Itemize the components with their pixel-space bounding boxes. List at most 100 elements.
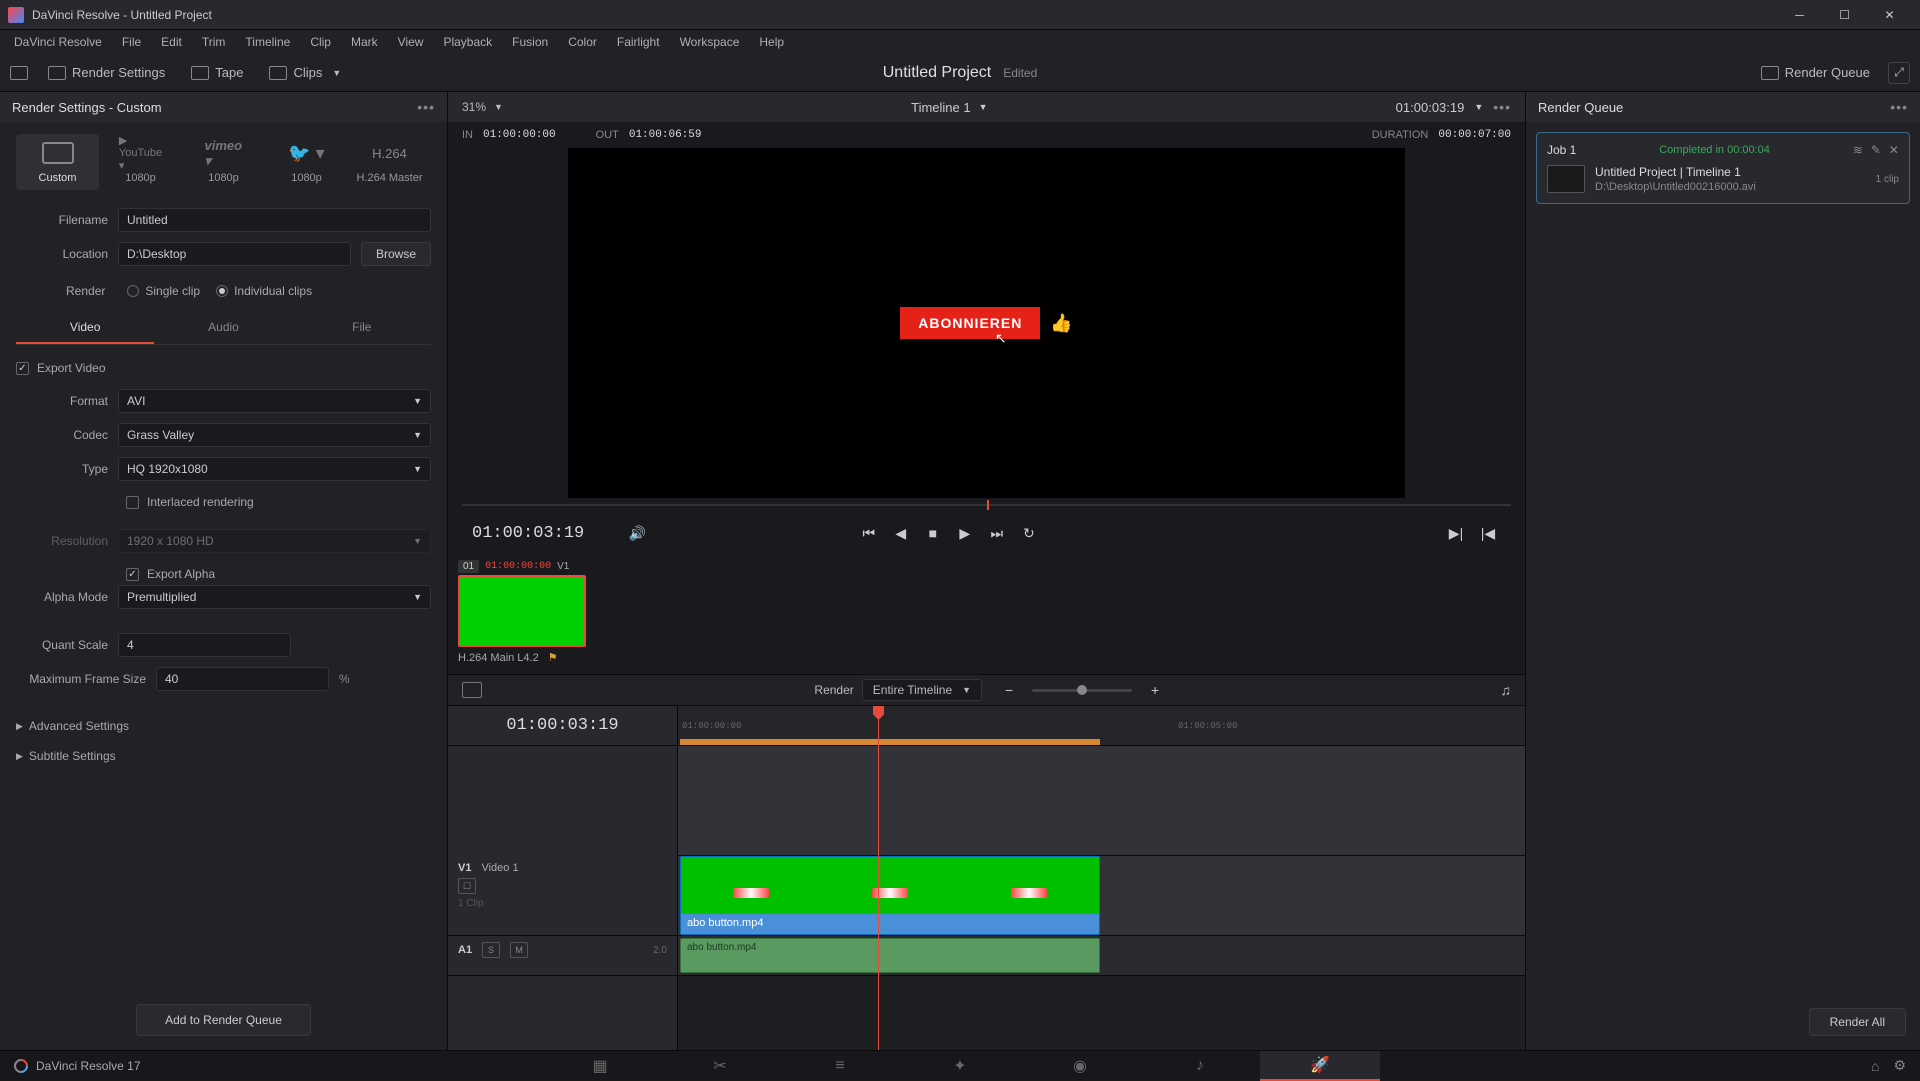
clips-toggle[interactable]: Clips ▼ [263,61,347,84]
audio-clip[interactable]: abo button.mp4 [680,938,1100,973]
codec-select[interactable]: Grass Valley ▼ [118,423,431,447]
playhead[interactable] [878,706,879,1050]
filename-input[interactable] [118,208,431,232]
timeline-dropdown[interactable]: Timeline 1 ▼ [911,100,987,115]
export-alpha-checkbox[interactable] [126,568,139,581]
timeline-ruler[interactable]: 01:00:00:00 01:00:05:00 01:00:10:00 [678,706,1525,746]
menu-fusion[interactable]: Fusion [502,31,558,53]
broadcast-icon[interactable]: ≋ [1853,143,1863,157]
preset-youtube[interactable]: ▶ YouTube ▾ 1080p [99,134,182,190]
menu-color[interactable]: Color [558,31,607,53]
menu-workspace[interactable]: Workspace [670,31,750,53]
viewer-menu-icon[interactable]: ••• [1493,99,1511,115]
add-to-render-queue-button[interactable]: Add to Render Queue [136,1004,311,1036]
nav-edit[interactable]: ≡ [780,1051,900,1081]
remove-job-icon[interactable]: ✕ [1889,143,1899,157]
nav-media[interactable]: ▦ [540,1051,660,1081]
expand-button[interactable]: ⤢ [1888,62,1910,84]
preset-twitter[interactable]: 🐦 ▾ 1080p [265,134,348,190]
home-icon[interactable]: ⌂ [1871,1058,1879,1074]
prev-clip-button[interactable]: |◀ [1475,520,1501,546]
render-all-button[interactable]: Render All [1809,1008,1906,1036]
audio-icon[interactable]: ♫ [1501,682,1512,698]
timeline-name: Timeline 1 [911,100,970,115]
viewer-scrubber[interactable] [462,498,1511,512]
viewer[interactable]: ABONNIEREN 👍 ↖ [568,148,1405,498]
in-out-range-bar[interactable] [680,739,1100,745]
max-frame-input[interactable] [156,667,329,691]
render-job[interactable]: Job 1 Completed in 00:00:04 ≋ ✎ ✕ Untitl… [1536,132,1910,204]
subtitle-settings-toggle[interactable]: ▶ Subtitle Settings [16,741,431,771]
next-clip-button[interactable]: ▶| [1443,520,1469,546]
maximize-button[interactable]: ☐ [1822,0,1867,30]
last-frame-button[interactable]: ⏭ [984,520,1010,546]
browse-button[interactable]: Browse [361,242,431,266]
nav-color[interactable]: ◉ [1020,1051,1140,1081]
audio-track-header[interactable]: A1 S M 2.0 [448,936,677,976]
menu-help[interactable]: Help [749,31,794,53]
menu-view[interactable]: View [388,31,434,53]
alpha-mode-select[interactable]: Premultiplied ▼ [118,585,431,609]
render-queue-toggle[interactable]: Render Queue [1755,61,1876,84]
viewer-timecode[interactable]: 01:00:03:19 ▼ [1396,100,1484,115]
tape-toggle[interactable]: Tape [185,61,249,84]
queue-menu-icon[interactable]: ••• [1890,99,1908,115]
loop-button[interactable]: ↻ [1016,520,1042,546]
prev-frame-button[interactable]: ◀ [888,520,914,546]
video-clip[interactable]: abo button.mp4 [680,856,1100,935]
volume-icon[interactable]: 🔊 [624,520,650,546]
quant-input[interactable] [118,633,291,657]
type-select[interactable]: HQ 1920x1080 ▼ [118,457,431,481]
layout-icon[interactable] [10,66,28,80]
track-toggle-button[interactable]: ☐ [458,878,476,894]
interlaced-checkbox[interactable] [126,496,139,509]
timeline-tracks[interactable]: 01:00:00:00 01:00:05:00 01:00:10:00 abo … [678,706,1525,1050]
menu-davinci[interactable]: DaVinci Resolve [4,31,112,53]
stop-button[interactable]: ■ [920,520,946,546]
nav-cut[interactable]: ✂ [660,1051,780,1081]
edit-job-icon[interactable]: ✎ [1871,143,1881,157]
advanced-settings-toggle[interactable]: ▶ Advanced Settings [16,711,431,741]
play-button[interactable]: ▶ [952,520,978,546]
format-select[interactable]: AVI ▼ [118,389,431,413]
menu-trim[interactable]: Trim [192,31,236,53]
zoom-in-button[interactable]: + [1142,677,1168,703]
panel-menu-icon[interactable]: ••• [417,99,435,115]
zoom-handle[interactable] [1077,685,1087,695]
tab-audio[interactable]: Audio [154,312,292,344]
minimize-button[interactable]: ─ [1777,0,1822,30]
solo-button[interactable]: S [482,942,500,958]
scrub-playhead[interactable] [987,500,989,510]
video-track-header[interactable]: V1 Video 1 ☐ 1 Clip [448,856,677,936]
render-settings-toggle[interactable]: Render Settings [42,61,171,84]
nav-fairlight[interactable]: ♪ [1140,1051,1260,1081]
preset-h264[interactable]: H.264 H.264 Master [348,134,431,190]
mute-button[interactable]: M [510,942,528,958]
menu-clip[interactable]: Clip [300,31,341,53]
individual-clips-radio[interactable]: Individual clips [216,284,312,298]
preset-custom[interactable]: Custom [16,134,99,190]
preset-vimeo[interactable]: vimeo ▾ 1080p [182,134,265,190]
zoom-dropdown[interactable]: 31% ▼ [462,100,503,114]
menu-mark[interactable]: Mark [341,31,388,53]
menu-playback[interactable]: Playback [433,31,502,53]
menu-edit[interactable]: Edit [151,31,192,53]
first-frame-button[interactable]: ⏮ [856,520,882,546]
tab-file[interactable]: File [293,312,431,344]
single-clip-radio[interactable]: Single clip [127,284,200,298]
zoom-slider[interactable] [1032,689,1132,692]
render-range-select[interactable]: Entire Timeline ▼ [862,679,982,701]
menu-timeline[interactable]: Timeline [235,31,300,53]
timeline-view-icon[interactable] [462,682,482,698]
close-button[interactable]: ✕ [1867,0,1912,30]
export-video-checkbox[interactable] [16,362,29,375]
location-input[interactable] [118,242,351,266]
clip-thumbnail[interactable]: 01 01:00:00:00 V1 H.264 Main L4.2 ⚑ [458,560,588,664]
menu-fairlight[interactable]: Fairlight [607,31,670,53]
zoom-out-button[interactable]: − [996,677,1022,703]
menu-file[interactable]: File [112,31,151,53]
settings-gear-icon[interactable]: ⚙ [1893,1057,1906,1074]
tab-video[interactable]: Video [16,312,154,344]
nav-fusion[interactable]: ✦ [900,1051,1020,1081]
nav-deliver[interactable]: 🚀 [1260,1051,1380,1081]
